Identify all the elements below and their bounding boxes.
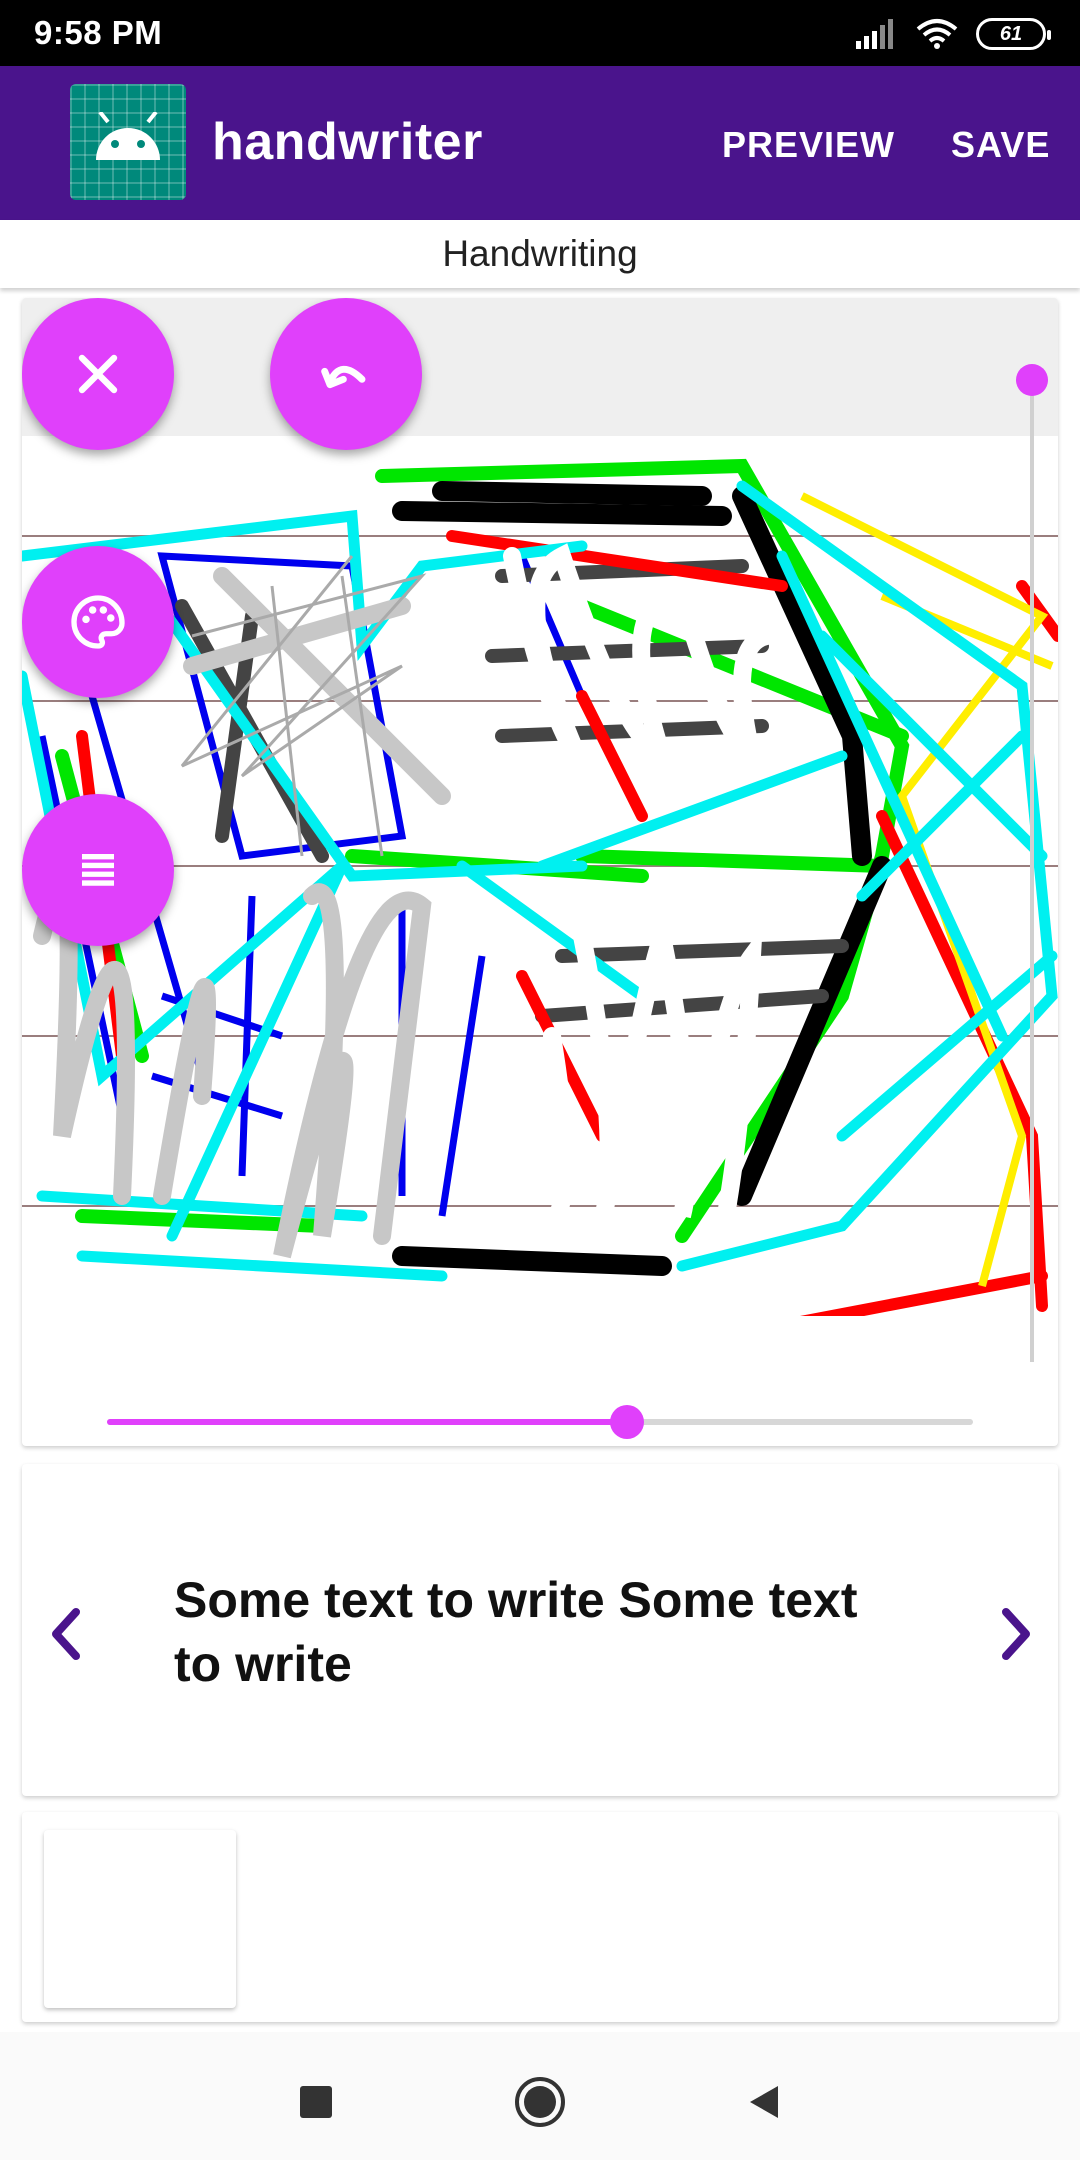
undo-button[interactable] <box>270 298 422 450</box>
horizontal-slider-thumb[interactable] <box>610 1405 644 1439</box>
recents-square-icon <box>300 2086 332 2118</box>
text-to-write: Some text to write Some text to write <box>174 1572 858 1692</box>
drawing-canvas-card <box>22 298 1058 1446</box>
close-icon <box>78 354 118 394</box>
back-button[interactable] <box>736 2074 792 2130</box>
horizontal-slider-track[interactable] <box>107 1419 973 1425</box>
menu-icon <box>82 854 114 886</box>
previous-button[interactable] <box>36 1594 96 1674</box>
preview-strip-card <box>22 1812 1058 2022</box>
android-app-icon <box>70 84 186 200</box>
back-triangle-icon <box>750 2086 778 2118</box>
canvas-toolbar-area <box>22 298 1058 436</box>
save-button[interactable]: SAVE <box>951 124 1050 166</box>
chevron-left-icon <box>52 1608 80 1660</box>
text-card: Some text to write Some text to write <box>22 1464 1058 1796</box>
lines-menu-button[interactable] <box>22 794 174 946</box>
horizontal-slider-fill <box>107 1419 627 1425</box>
vertical-slider-thumb[interactable] <box>1016 364 1048 396</box>
status-time: 9:58 PM <box>34 14 163 51</box>
battery-icon: 61 <box>976 18 1051 50</box>
drawing-canvas[interactable] <box>22 436 1058 1316</box>
app-title: handwriter <box>212 113 483 171</box>
palette-icon <box>71 595 125 649</box>
vertical-slider-track[interactable] <box>1030 380 1034 1362</box>
clear-button[interactable] <box>22 298 174 450</box>
home-button[interactable] <box>512 2074 568 2130</box>
signal-icon <box>856 19 893 49</box>
system-nav-bar <box>0 2032 1080 2160</box>
color-palette-button[interactable] <box>22 546 174 698</box>
section-title: Handwriting <box>0 220 1080 288</box>
preview-thumbnail[interactable] <box>44 1830 236 2008</box>
recents-button[interactable] <box>288 2074 344 2130</box>
next-button[interactable] <box>986 1594 1046 1674</box>
status-icons: 61 <box>856 14 1051 54</box>
chevron-right-icon <box>1002 1608 1030 1660</box>
undo-icon <box>321 365 366 389</box>
app-bar: handwriter PREVIEW SAVE <box>0 66 1080 220</box>
preview-button[interactable]: PREVIEW <box>722 124 895 166</box>
status-bar: 9:58 PM 61 <box>0 0 1080 66</box>
wifi-icon <box>916 19 958 49</box>
home-circle-icon <box>515 2077 565 2127</box>
